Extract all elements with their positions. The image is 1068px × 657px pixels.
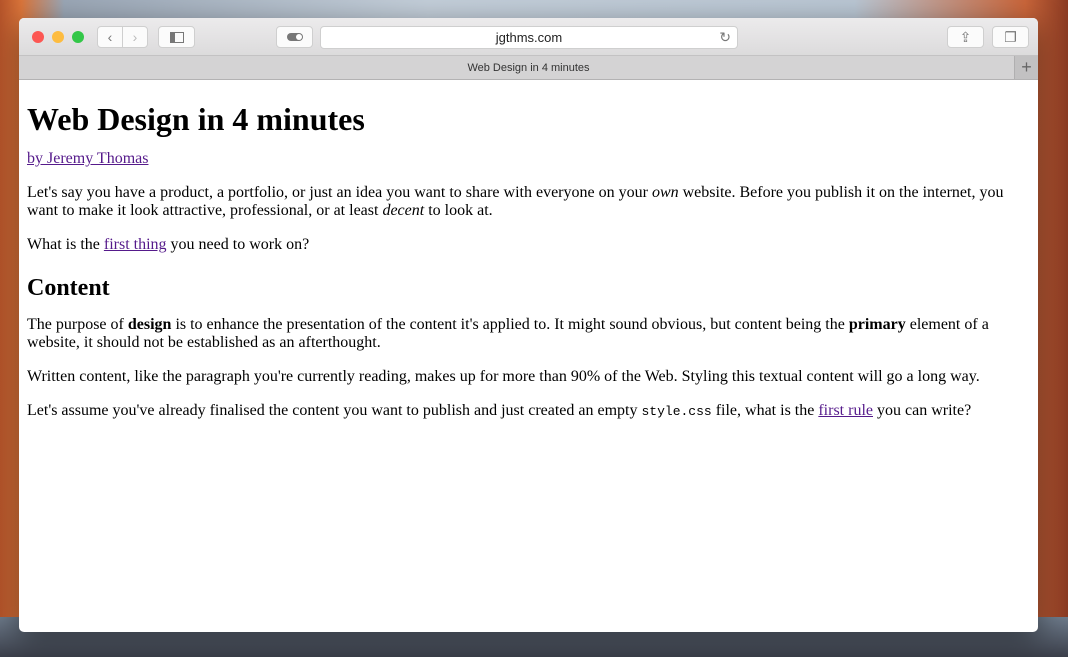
- zoom-window-button[interactable]: [72, 31, 84, 43]
- toolbar: ‹ › jgthms.com ↻ ⇪ ❐: [19, 18, 1038, 56]
- page-title: Web Design in 4 minutes: [27, 101, 365, 137]
- share-button[interactable]: ⇪: [947, 26, 984, 48]
- content-paragraph-3: Let's assume you've already finalised th…: [27, 402, 972, 419]
- sidebar-icon: [169, 31, 184, 43]
- sidebar-button[interactable]: [158, 26, 195, 48]
- tabs-icon: ❐: [1004, 28, 1017, 45]
- intro-paragraph: Let's say you have a product, a portfoli…: [27, 184, 1004, 219]
- toggle-icon: [286, 33, 303, 41]
- forward-button[interactable]: ›: [122, 26, 148, 48]
- content-paragraph-2: Written content, like the paragraph you'…: [27, 368, 980, 385]
- page-content: Web Design in 4 minutes by Jeremy Thomas…: [19, 101, 1038, 421]
- chevron-left-icon: ‹: [107, 29, 113, 45]
- plus-icon: +: [1021, 57, 1032, 77]
- new-tab-button[interactable]: +: [1014, 56, 1038, 79]
- author-link[interactable]: by Jeremy Thomas: [27, 150, 148, 167]
- section-heading: Content: [27, 275, 110, 301]
- minimize-window-button[interactable]: [52, 31, 64, 43]
- browser-window: ‹ › jgthms.com ↻ ⇪ ❐ Web Design in 4 minu…: [19, 18, 1038, 632]
- tab-bar: Web Design in 4 minutes +: [19, 56, 1038, 80]
- first-rule-link[interactable]: first rule: [818, 402, 873, 419]
- question-paragraph: What is the first thing you need to work…: [27, 236, 310, 253]
- active-tab[interactable]: Web Design in 4 minutes: [467, 62, 589, 74]
- back-button[interactable]: ‹: [97, 26, 123, 48]
- tabs-overview-button[interactable]: ❐: [992, 26, 1029, 48]
- address-bar[interactable]: jgthms.com ↻: [320, 26, 738, 49]
- share-icon: ⇪: [959, 28, 972, 45]
- chevron-right-icon: ›: [132, 29, 138, 45]
- url-text: jgthms.com: [495, 30, 563, 45]
- close-window-button[interactable]: [32, 31, 44, 43]
- reader-toggle-button[interactable]: [276, 26, 313, 48]
- first-thing-link[interactable]: first thing: [104, 236, 167, 253]
- content-paragraph-1: The purpose of design is to enhance the …: [27, 316, 989, 351]
- reload-icon[interactable]: ↻: [719, 29, 731, 46]
